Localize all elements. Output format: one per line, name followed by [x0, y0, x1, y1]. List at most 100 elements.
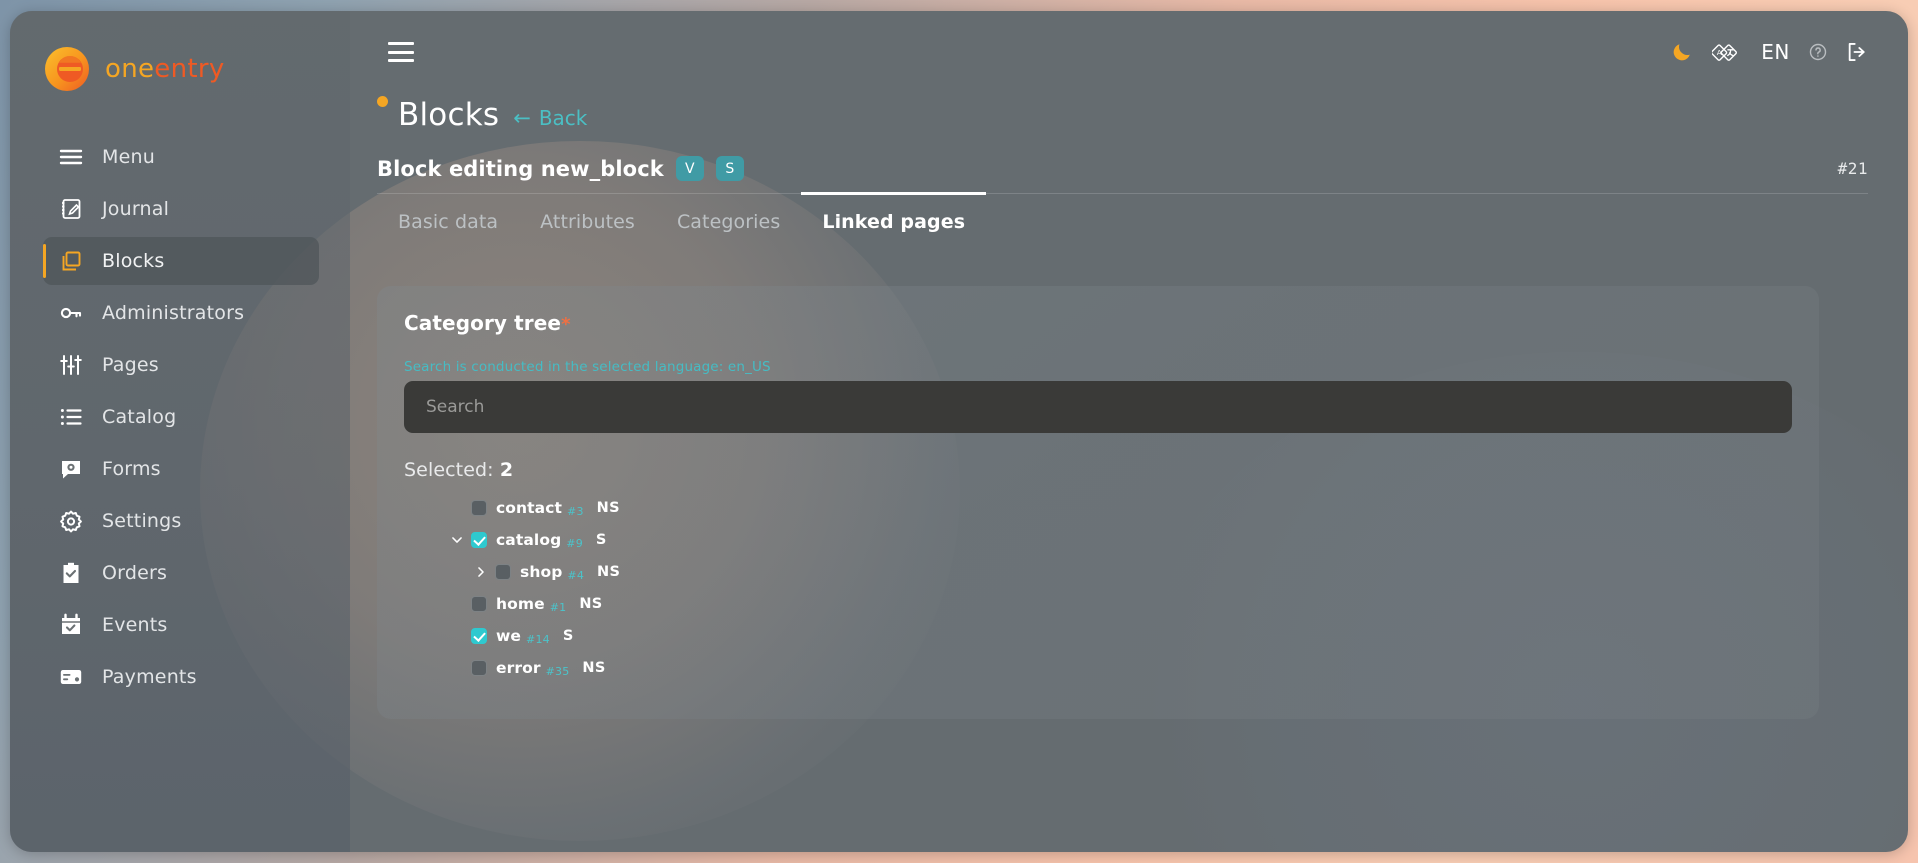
badge-status[interactable]: S [715, 156, 744, 181]
calendar-check-icon [58, 612, 84, 638]
hamburger-bar [388, 59, 414, 62]
hamburger-bar [388, 42, 414, 45]
brand-name: oneentry [105, 54, 225, 84]
tree-row[interactable]: shop #4 NS [404, 556, 1792, 588]
sidebar-item-blocks[interactable]: Blocks [43, 237, 319, 285]
status-dot [377, 95, 388, 107]
tree-checkbox[interactable] [471, 500, 487, 516]
sidebar-item-label: Journal [102, 198, 170, 220]
tree-checkbox[interactable] [471, 596, 487, 612]
page-header: Blocks ← Back [350, 93, 1908, 133]
tree-checkbox[interactable] [471, 532, 487, 548]
tree-item-status: S [595, 532, 607, 548]
topbar: A EN [350, 11, 1908, 93]
category-tree-card: Category tree* Search is conducted in th… [377, 286, 1819, 719]
category-tree: contact #3 NS catalog #9 S shop #4 NS ho… [404, 492, 1792, 684]
tab-attributes[interactable]: Attributes [519, 194, 656, 249]
back-link-label: Back [538, 106, 588, 130]
tree-row[interactable]: error #35 NS [404, 652, 1792, 684]
topbar-actions: A EN [1671, 40, 1868, 64]
tree-item-id: #1 [549, 600, 567, 614]
tree-item-id: #9 [566, 536, 583, 550]
tree-row[interactable]: we #14 S [404, 620, 1792, 652]
brand-name-one: one [105, 54, 155, 84]
brand-name-entry: entry [154, 54, 225, 84]
sidebar-item-catalog[interactable]: Catalog [43, 393, 319, 441]
moon-icon[interactable] [1671, 41, 1693, 63]
logout-icon[interactable] [1846, 41, 1868, 63]
translate-icon[interactable]: A [1712, 41, 1742, 63]
editor-header: Block editing new_block V S #21 [377, 156, 1868, 193]
help-circle-icon[interactable] [1809, 43, 1827, 61]
sidebar-item-payments[interactable]: Payments [43, 653, 319, 701]
editor-heading: Block editing new_block [377, 156, 664, 181]
sidebar-item-menu[interactable]: Menu [43, 133, 319, 181]
tree-item-name[interactable]: home [496, 595, 545, 613]
clipboard-check-icon [58, 560, 84, 586]
required-marker: * [561, 314, 571, 335]
chevron-right-icon[interactable] [470, 561, 492, 583]
sidebar-item-label: Catalog [102, 406, 177, 428]
hamburger-icon[interactable] [388, 42, 414, 62]
selected-count: 2 [499, 459, 514, 481]
blocks-icon [58, 248, 84, 274]
sidebar-item-journal[interactable]: Journal [43, 185, 319, 233]
form-chat-icon [58, 456, 84, 482]
sidebar-item-label: Events [102, 614, 168, 636]
badge-version[interactable]: V [675, 156, 704, 181]
tree-checkbox[interactable] [471, 660, 487, 676]
record-id: #21 [1837, 159, 1868, 178]
tree-item-status: S [562, 628, 574, 644]
sidebar-item-settings[interactable]: Settings [43, 497, 319, 545]
sidebar-item-events[interactable]: Events [43, 601, 319, 649]
sidebar-item-pages[interactable]: Pages [43, 341, 319, 389]
menu-icon [58, 144, 84, 170]
tab-basic-data[interactable]: Basic data [377, 194, 519, 249]
search-input[interactable] [404, 381, 1792, 433]
sidebar-item-label: Orders [102, 562, 168, 584]
list-icon [58, 404, 84, 430]
tree-checkbox[interactable] [495, 564, 511, 580]
tree-item-id: #14 [526, 632, 550, 646]
selected-summary: Selected: 2 [404, 459, 1792, 481]
sidebar-item-label: Settings [102, 510, 182, 532]
tree-item-id: #35 [545, 664, 570, 678]
tree-item-name[interactable]: shop [520, 563, 562, 581]
sidebar-nav: Menu Journal Blocks Administrators Pages… [10, 133, 350, 701]
sidebar-item-orders[interactable]: Orders [43, 549, 319, 597]
sidebar-item-forms[interactable]: Forms [43, 445, 319, 493]
tree-item-status: NS [596, 500, 620, 516]
brand-logo[interactable]: oneentry [10, 11, 350, 127]
sidebar-item-label: Payments [102, 666, 197, 688]
tree-checkbox[interactable] [471, 628, 487, 644]
app-window: oneentry Menu Journal Blocks Administrat… [10, 11, 1908, 852]
sidebar-item-label: Blocks [102, 250, 165, 272]
chevron-down-icon[interactable] [446, 529, 468, 551]
tree-row[interactable]: catalog #9 S [404, 524, 1792, 556]
card-title: Category tree* [404, 311, 1792, 335]
tab-linked-pages[interactable]: Linked pages [801, 192, 986, 249]
sidebar-item-administrators[interactable]: Administrators [43, 289, 319, 337]
tree-item-name[interactable]: we [496, 627, 521, 645]
language-selector[interactable]: EN [1761, 40, 1790, 64]
tab-content: Category tree* Search is conducted in th… [350, 249, 1908, 852]
selected-label: Selected: [404, 459, 494, 481]
tree-item-status: NS [597, 564, 621, 580]
tree-item-name[interactable]: error [496, 659, 541, 677]
oneentry-logo-icon [41, 43, 93, 95]
tree-item-id: #4 [567, 568, 585, 582]
back-link[interactable]: ← Back [513, 106, 587, 130]
sidebar-item-label: Administrators [102, 302, 245, 324]
tree-row[interactable]: contact #3 NS [404, 492, 1792, 524]
sidebar-item-label: Menu [102, 146, 155, 168]
tree-row[interactable]: home #1 NS [404, 588, 1792, 620]
tab-categories[interactable]: Categories [656, 194, 801, 249]
gear-icon [58, 508, 84, 534]
tree-item-status: NS [579, 596, 603, 612]
tree-item-name[interactable]: contact [496, 499, 562, 517]
sidebar-item-label: Pages [102, 354, 159, 376]
hamburger-bar [388, 50, 414, 54]
search-language-hint: Search is conducted in the selected lang… [404, 359, 771, 375]
tree-item-name[interactable]: catalog [496, 531, 561, 549]
key-icon [58, 300, 84, 326]
